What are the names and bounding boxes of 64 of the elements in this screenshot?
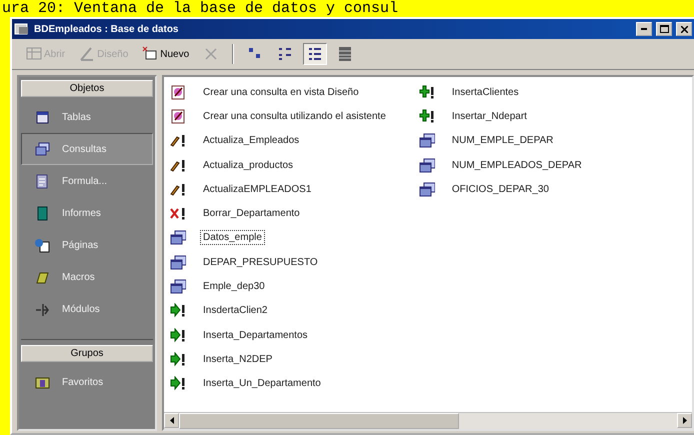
cross-exclamation-icon [170,206,186,222]
module-icon [34,302,50,316]
maximize-icon [660,25,668,33]
query-item[interactable]: NUM_EMPLE_DEPAR [448,133,556,148]
pencil-form-icon [170,84,186,100]
plus-exclamation-icon [418,84,435,100]
form-icon [34,174,50,188]
stacked-windows-icon [170,254,186,270]
query-item[interactable]: Crear una consulta utilizando el asistente [200,108,389,124]
section-header-button[interactable]: Objetos [21,80,153,97]
close-button[interactable] [676,22,692,36]
query-item[interactable]: Inserta_Departamentos [200,328,311,343]
pencil-exclamation-icon [170,158,186,173]
query-item[interactable]: Insertar_Ndepart [448,108,530,124]
minimize-button[interactable] [636,22,652,36]
query-item[interactable]: Emple_dep30 [200,279,268,294]
folder-icon [34,374,50,390]
database-icon [14,22,30,36]
maximize-button[interactable] [656,22,672,36]
pencil-exclamation-icon [170,182,186,197]
query-item[interactable]: Crear una consulta en vista Diseño [200,84,362,100]
arrow-exclamation-icon [170,352,186,367]
new-button[interactable]: Nuevo [138,43,194,65]
figure-caption: ura 20: Ventana de la base de datos y consul [1,0,398,17]
query-item[interactable]: Actualiza_Empleados [200,133,302,148]
pencil-form-icon [170,108,186,124]
details-view-icon [337,46,354,62]
arrow-exclamation-icon [170,303,186,318]
query-item[interactable]: ActualizaEMPLEADOS1 [200,182,314,197]
minimize-icon [641,28,647,30]
close-icon [680,26,688,32]
arrow-exclamation-icon [170,376,186,392]
plus-exclamation-icon [418,108,435,124]
query-item[interactable]: Actualiza_productos [200,158,296,173]
stacked-windows-icon [170,279,186,294]
pencil-exclamation-icon [170,133,186,148]
query-item[interactable]: Inserta_N2DEP [200,352,276,367]
window-title: BDEmpleados : Base de datos [34,24,180,34]
horizontal-scrollbar[interactable] [164,412,692,429]
query-item[interactable]: Inserta_Un_Departamento [200,376,324,392]
table-icon [34,110,50,124]
query-item[interactable]: InsdertaClien2 [200,303,270,318]
list-button[interactable] [303,43,328,65]
left-arrow-icon [170,417,174,424]
right-arrow-icon [682,417,686,424]
query-item[interactable]: Datos_emple [200,230,265,246]
section-header-button[interactable]: Grupos [21,345,153,362]
grid-window-icon [26,46,42,62]
macro-icon [34,270,50,284]
stacked-windows-icon [34,142,50,156]
stacked-windows-icon [418,158,435,173]
close-icon [203,46,220,62]
query-item[interactable]: DEPAR_PRESUPUESTO [200,254,321,270]
arrow-exclamation-icon [170,328,186,343]
stacked-windows-icon [170,230,186,246]
stacked-windows-icon [418,182,435,197]
query-item[interactable]: Borrar_Departamento [200,206,303,222]
query-item[interactable]: InsertaClientes [448,84,522,100]
query-item[interactable]: OFICIOS_DEPAR_30 [448,182,552,197]
stacked-windows-icon [418,133,435,148]
list-view-icon [307,46,324,62]
small-icons-icon [277,46,294,62]
query-item[interactable]: NUM_EMPLEADOS_DEPAR [448,158,585,173]
page-icon [34,238,50,252]
